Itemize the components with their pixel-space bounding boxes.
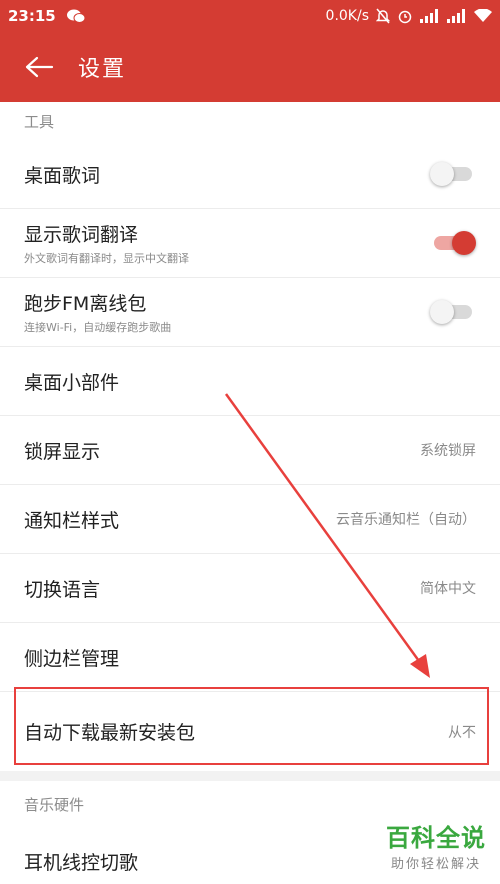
setting-desktop-widget[interactable]: 桌面小部件: [0, 347, 500, 416]
wifi-icon: [474, 9, 492, 23]
setting-auto-download[interactable]: 自动下载最新安装包 从不: [0, 692, 500, 771]
setting-label: 跑步FM离线包: [24, 293, 147, 315]
desktop-lyrics-toggle[interactable]: [430, 162, 476, 186]
run-fm-offline-toggle[interactable]: [430, 300, 476, 324]
watermark-subtitle: 助你轻松解决: [390, 857, 481, 872]
alarm-icon: [397, 8, 413, 24]
setting-lyrics-translation[interactable]: 显示歌词翻译 外文歌词有翻译时，显示中文翻译: [0, 209, 500, 278]
setting-label: 桌面歌词: [24, 164, 101, 187]
network-speed: 0.0K/s: [325, 8, 369, 24]
setting-label: 切换语言: [24, 578, 101, 601]
app-bar: 设置: [0, 32, 500, 102]
back-arrow-icon[interactable]: [24, 51, 56, 83]
section-divider: [0, 771, 500, 781]
setting-description: 连接Wi-Fi，自动缓存跑步歌曲: [24, 321, 172, 334]
signal-icon: [420, 9, 440, 23]
watermark: 百科全说 助你轻松解决: [386, 818, 486, 872]
setting-label: 显示歌词翻译: [24, 224, 139, 246]
signal-icon-2: [447, 9, 467, 23]
setting-label: 侧边栏管理: [24, 647, 120, 670]
setting-label: 自动下载最新安装包: [24, 722, 196, 744]
watermark-title: 百科全说: [386, 824, 486, 852]
setting-label: 桌面小部件: [24, 371, 120, 394]
setting-label: 锁屏显示: [24, 440, 101, 463]
setting-value: 简体中文: [420, 581, 476, 597]
setting-notification-style[interactable]: 通知栏样式 云音乐通知栏（自动）: [0, 485, 500, 554]
setting-sidebar-manage[interactable]: 侧边栏管理: [0, 623, 500, 692]
setting-label: 通知栏样式: [24, 509, 120, 532]
setting-value: 云音乐通知栏（自动）: [336, 512, 476, 528]
wechat-icon: [66, 8, 86, 24]
setting-desktop-lyrics[interactable]: 桌面歌词: [0, 140, 500, 209]
setting-language[interactable]: 切换语言 简体中文: [0, 554, 500, 623]
setting-run-fm-offline[interactable]: 跑步FM离线包 连接Wi-Fi，自动缓存跑步歌曲: [0, 278, 500, 347]
status-bar: 23:15 0.0K/s: [0, 0, 500, 32]
setting-lockscreen[interactable]: 锁屏显示 系统锁屏: [0, 416, 500, 485]
section-label-tools: 工具: [24, 112, 55, 131]
setting-description: 外文歌词有翻译时，显示中文翻译: [24, 252, 189, 265]
setting-value: 从不: [448, 724, 476, 741]
status-time: 23:15: [8, 7, 56, 25]
page-title: 设置: [78, 57, 127, 82]
mute-bell-icon: [376, 8, 390, 24]
lyrics-translation-toggle[interactable]: [430, 231, 476, 255]
setting-label: 耳机线控切歌: [24, 852, 139, 874]
setting-value: 系统锁屏: [420, 443, 476, 459]
